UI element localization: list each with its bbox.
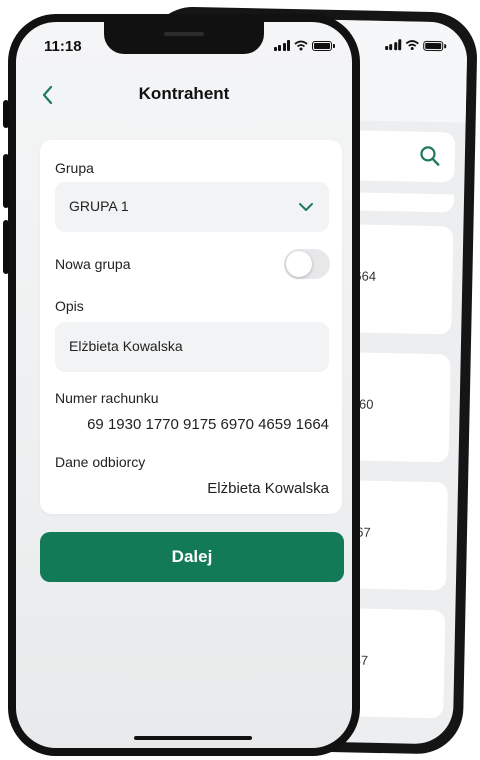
new-group-toggle[interactable] <box>284 249 330 279</box>
wifi-icon <box>294 40 308 51</box>
speaker <box>164 32 204 36</box>
background-status-icons <box>384 39 444 51</box>
status-time: 11:18 <box>44 38 82 55</box>
battery-icon <box>312 40 335 51</box>
account-number-value: 69 1930 1770 9175 6970 4659 1664 <box>87 416 329 433</box>
volume-up-button <box>3 154 9 208</box>
status-icons <box>273 40 335 51</box>
phone-frame: 11:18 Kontrahent Grupa GRUPA 1 Nowa grup… <box>3 14 360 756</box>
description-label: Opis <box>55 298 84 314</box>
recipient-label: Dane odbiorcy <box>55 454 146 470</box>
volume-down-button <box>3 220 9 274</box>
page-title: Kontrahent <box>138 84 230 103</box>
group-select[interactable]: GRUPA 1 <box>55 182 329 232</box>
battery-icon <box>423 40 444 51</box>
notch <box>104 22 264 54</box>
home-indicator[interactable] <box>134 736 252 740</box>
toggle-knob <box>286 251 312 277</box>
recipient-value: Elżbieta Kowalska <box>207 480 329 497</box>
account-number-label: Numer rachunku <box>55 390 159 406</box>
mute-switch <box>3 100 9 128</box>
next-button[interactable]: Dalej <box>40 532 344 582</box>
new-group-label: Nowa grupa <box>55 256 131 272</box>
signal-icon <box>384 39 402 51</box>
signal-icon <box>273 40 290 51</box>
group-select-value: GRUPA 1 <box>69 198 129 214</box>
description-input-value: Elżbieta Kowalska <box>69 338 183 354</box>
chevron-down-icon <box>299 203 313 211</box>
app-screen: 11:18 Kontrahent Grupa GRUPA 1 Nowa grup… <box>16 22 352 748</box>
description-input[interactable]: Elżbieta Kowalska <box>55 322 329 372</box>
wifi-icon <box>405 40 419 51</box>
search-icon[interactable] <box>419 145 441 167</box>
contractor-form-card: Grupa GRUPA 1 Nowa grupa Opis Elżbieta K… <box>40 140 342 514</box>
group-label: Grupa <box>55 160 94 176</box>
